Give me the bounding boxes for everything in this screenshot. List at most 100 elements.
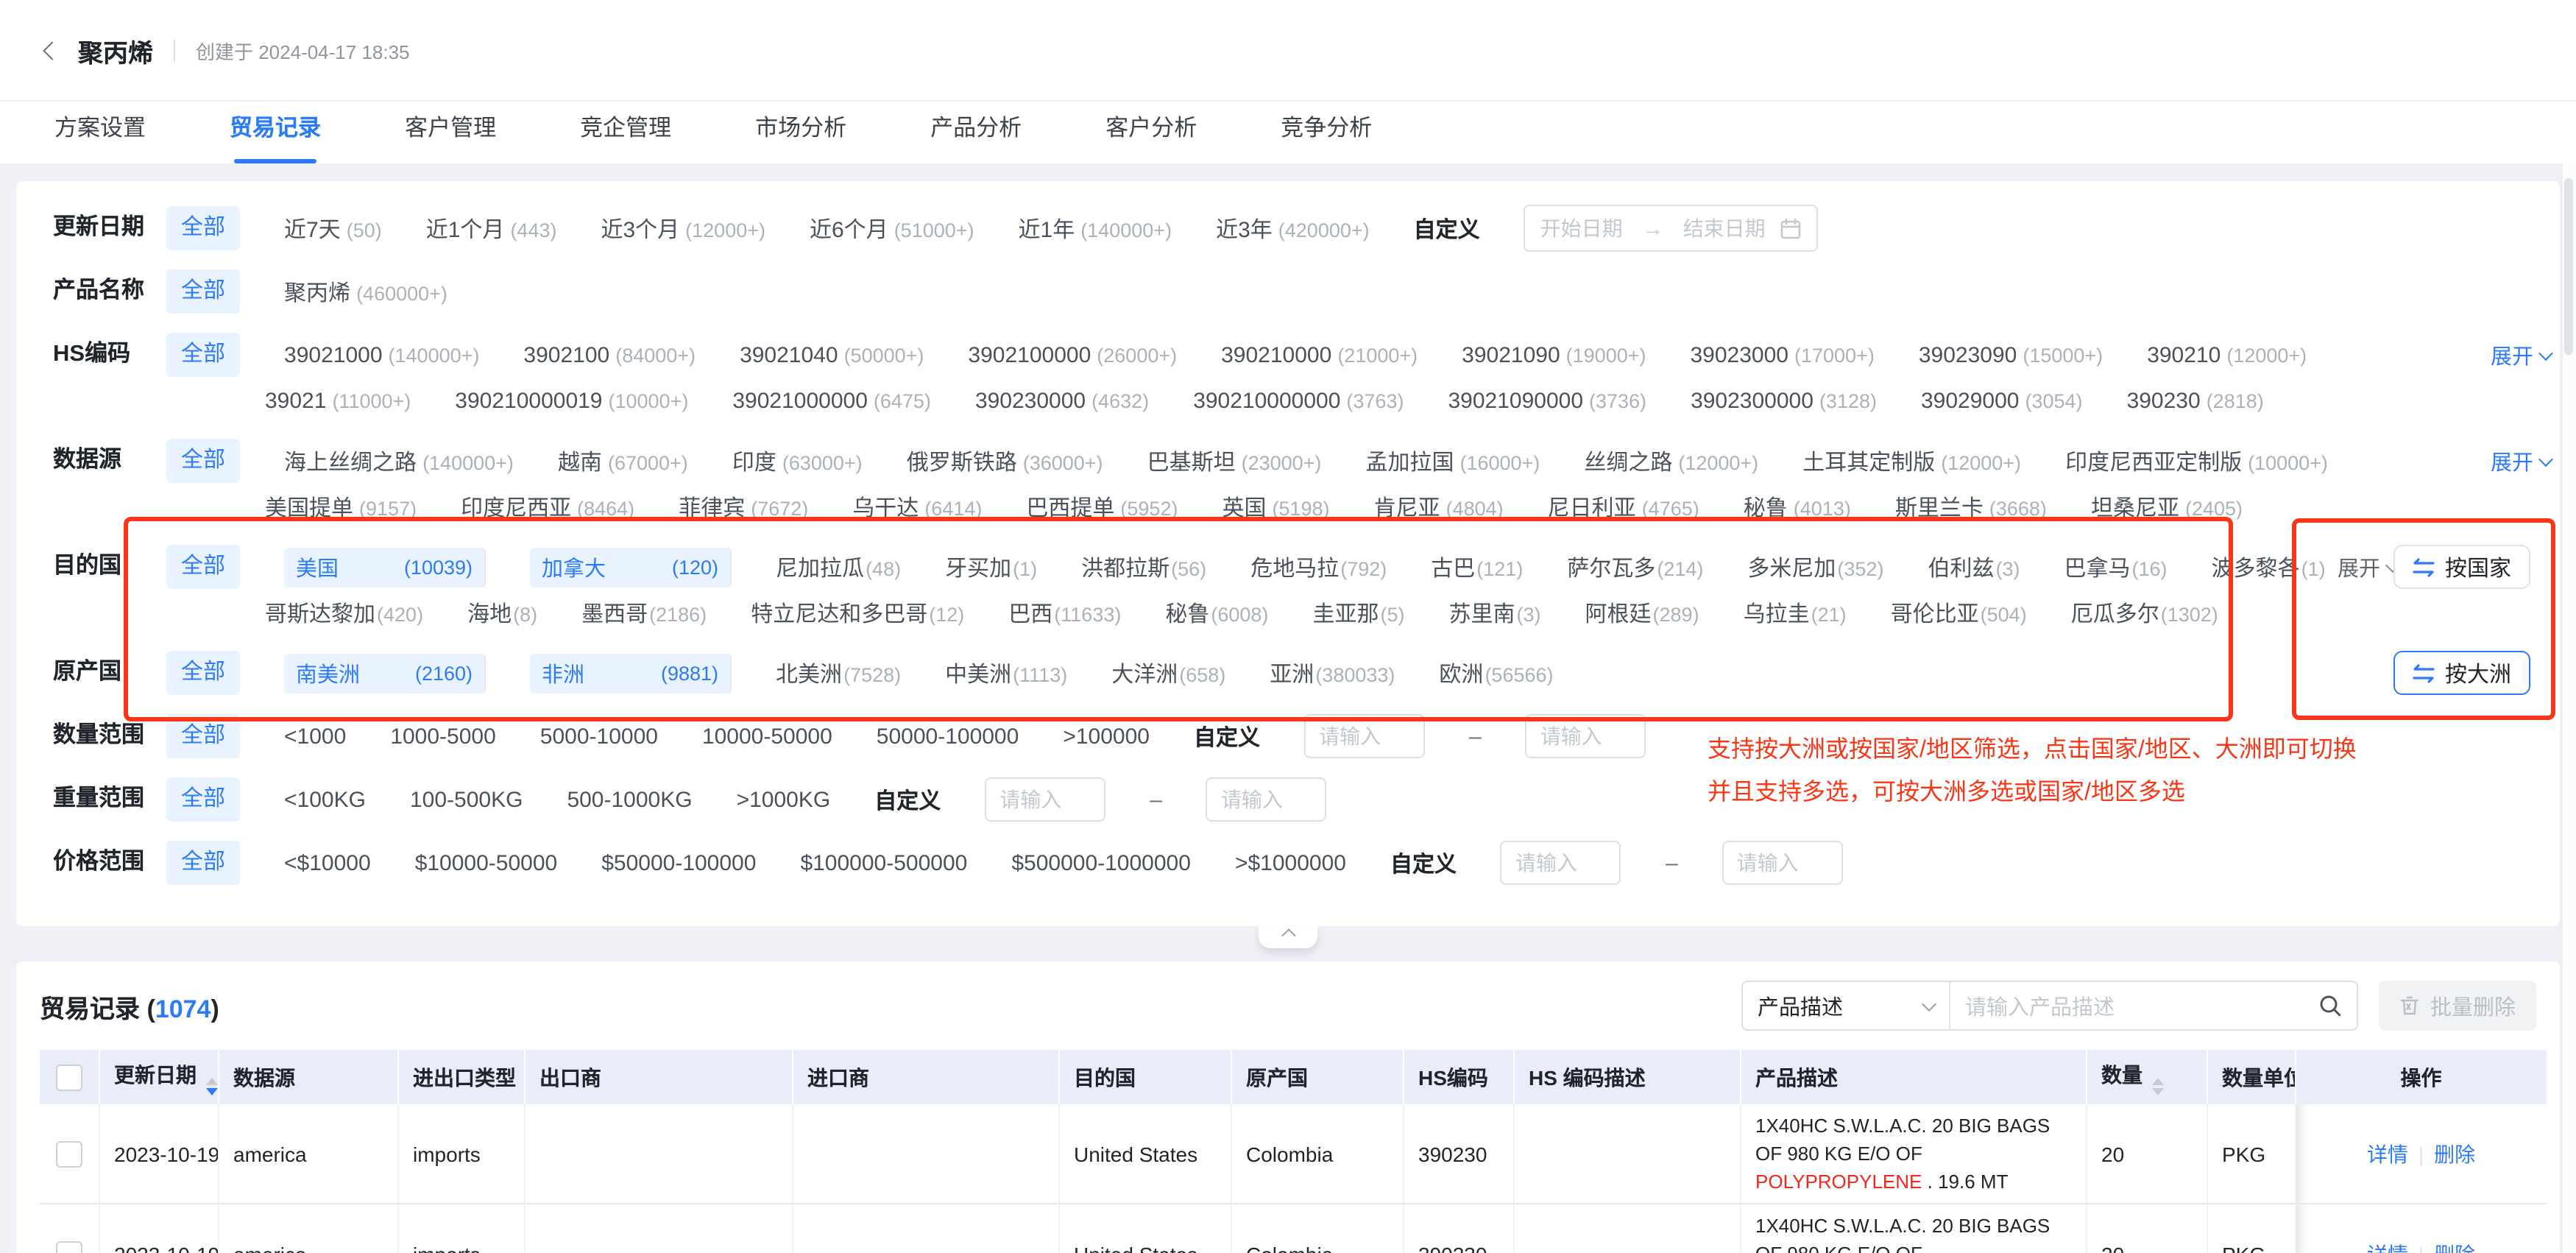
filter-option[interactable]: 39021040(50000+) [740, 342, 924, 367]
filter-all-chip[interactable]: 全部 [166, 841, 240, 885]
date-range-input[interactable]: 开始日期→结束日期 [1524, 205, 1819, 252]
filter-option[interactable]: >$1000000 [1235, 850, 1346, 875]
filter-option[interactable]: >1000KG [737, 787, 831, 812]
filter-option[interactable]: <$10000 [284, 850, 371, 875]
filter-option[interactable]: 牙买加(1) [945, 551, 1037, 582]
range-input[interactable]: 请输入 [985, 777, 1105, 822]
custom-option[interactable]: 自定义 [1390, 847, 1457, 878]
custom-option[interactable]: 自定义 [1194, 721, 1260, 752]
filter-option[interactable]: 近3个月(12000+) [601, 213, 765, 244]
tab-客户管理[interactable]: 客户管理 [405, 102, 496, 163]
filter-option[interactable]: 美国提单(9157) [265, 492, 417, 523]
filter-option[interactable]: 斯里兰卡(3668) [1895, 492, 2047, 523]
filter-all-chip[interactable]: 全部 [166, 439, 240, 483]
range-input[interactable]: 请输入 [1206, 777, 1327, 822]
filter-option[interactable]: $10000-50000 [415, 850, 558, 875]
search-input[interactable]: 请输入产品描述 [1950, 982, 2357, 1029]
filter-option[interactable]: 39029000(3054) [1921, 389, 2083, 414]
filter-option[interactable]: 390210000019(10000+) [455, 389, 688, 414]
calendar-icon[interactable] [1780, 217, 1802, 239]
filter-option[interactable]: 尼日利亚(4765) [1548, 492, 1699, 523]
filter-option[interactable]: 39021090(19000+) [1462, 342, 1646, 367]
filter-option[interactable]: >100000 [1063, 724, 1150, 749]
filter-option[interactable]: 印度尼西亚定制版(10000+) [2065, 445, 2328, 476]
filter-option[interactable]: 乌干达(6414) [852, 492, 982, 523]
filter-option[interactable]: 3902100(84000+) [523, 342, 696, 367]
filter-option[interactable]: 100-500KG [410, 787, 523, 812]
scrollbar-thumb[interactable] [2564, 178, 2573, 355]
filter-option[interactable]: 390230000(4632) [975, 389, 1149, 414]
sort-asc-icon[interactable] [2151, 1077, 2163, 1084]
filter-all-chip[interactable]: 全部 [166, 269, 240, 314]
filter-option[interactable]: 近1年(140000+) [1019, 213, 1172, 244]
filter-option[interactable]: <1000 [284, 724, 346, 749]
filter-option[interactable]: $50000-100000 [601, 850, 756, 875]
filter-option[interactable]: 洪都拉斯(56) [1081, 551, 1206, 582]
filter-option[interactable]: 390210(12000+) [2147, 342, 2307, 367]
tab-产品分析[interactable]: 产品分析 [930, 102, 1022, 163]
filter-option[interactable]: 丝绸之路(12000+) [1584, 445, 1758, 476]
back-button[interactable] [37, 35, 66, 65]
filter-option[interactable]: 墨西哥(2186) [581, 598, 707, 629]
column-header-数量[interactable]: 数量 [2086, 1050, 2207, 1104]
select-all-checkbox[interactable] [56, 1064, 82, 1090]
sort-icons[interactable] [2151, 1077, 2163, 1095]
filter-option[interactable]: 印度尼西亚(8464) [461, 492, 634, 523]
filter-all-chip[interactable]: 全部 [166, 333, 240, 377]
filter-option[interactable]: 500-1000KG [567, 787, 692, 812]
detail-link[interactable]: 详情 [2367, 1142, 2408, 1165]
filter-option[interactable]: 海地(8) [467, 598, 537, 629]
tab-方案设置[interactable]: 方案设置 [54, 102, 146, 163]
filter-option[interactable]: 孟加拉国(16000+) [1365, 445, 1540, 476]
tab-贸易记录[interactable]: 贸易记录 [230, 102, 321, 163]
filter-option[interactable]: 390210000(21000+) [1221, 342, 1418, 367]
range-input[interactable]: 请输入 [1501, 841, 1621, 885]
sort-icons[interactable] [205, 1077, 217, 1095]
filter-option[interactable]: 39021000000(6475) [732, 389, 931, 414]
filter-option[interactable]: 南美洲(2160) [284, 653, 486, 693]
switch-by-continent-button[interactable]: 按大洲 [2393, 651, 2530, 695]
filter-option[interactable]: 坦桑尼亚(2405) [2091, 492, 2243, 523]
range-input[interactable]: 请输入 [1722, 841, 1843, 885]
sort-desc-icon[interactable] [2151, 1087, 2163, 1095]
filter-option[interactable]: 阿根廷(289) [1585, 598, 1699, 629]
filter-option[interactable]: 聚丙烯(460000+) [284, 276, 447, 307]
filter-option[interactable]: 秘鲁(4013) [1744, 492, 1851, 523]
filter-all-chip[interactable]: 全部 [166, 206, 240, 250]
filter-option[interactable]: 390210000000(3763) [1193, 389, 1404, 414]
filter-option[interactable]: 巴西(11633) [1008, 598, 1121, 629]
filter-option[interactable]: $100000-500000 [800, 850, 967, 875]
filter-option[interactable]: 3902300000(3128) [1691, 389, 1877, 414]
filter-option[interactable]: 北美洲(7528) [776, 657, 901, 688]
filter-option[interactable]: 3902100000(26000+) [968, 342, 1177, 367]
delete-link[interactable]: 删除 [2434, 1142, 2475, 1165]
scrollbar[interactable] [2561, 163, 2576, 1253]
filter-all-chip[interactable]: 全部 [166, 777, 240, 822]
filter-option[interactable]: 近6个月(51000+) [810, 213, 974, 244]
switch-by-country-button[interactable]: 按国家 [2393, 545, 2530, 589]
row-checkbox[interactable] [56, 1140, 82, 1167]
filter-option[interactable]: 39023000(17000+) [1691, 342, 1875, 367]
tab-客户分析[interactable]: 客户分析 [1105, 102, 1197, 163]
filter-option[interactable]: 乌拉圭(21) [1744, 598, 1847, 629]
filter-option[interactable]: 欧洲(56566) [1439, 657, 1553, 688]
filter-option[interactable]: 圭亚那(5) [1312, 598, 1404, 629]
filter-option[interactable]: 特立尼达和多巴哥(12) [751, 598, 964, 629]
filter-option[interactable]: 菲律宾(7672) [679, 492, 808, 523]
filter-option[interactable]: 俄罗斯铁路(36000+) [907, 445, 1103, 476]
tab-竞企管理[interactable]: 竞企管理 [580, 102, 671, 163]
filter-option[interactable]: 英国(5198) [1222, 492, 1329, 523]
filter-option[interactable]: 近3年(420000+) [1216, 213, 1370, 244]
filter-option[interactable]: 39021(11000+) [265, 389, 411, 414]
range-input[interactable]: 请输入 [1304, 714, 1425, 758]
filter-option[interactable]: 加拿大(120) [530, 547, 732, 587]
bulk-delete-button[interactable]: 批量删除 [2379, 981, 2536, 1031]
filter-option[interactable]: 秘鲁(6008) [1165, 598, 1268, 629]
filter-option[interactable]: 巴西提单(5952) [1026, 492, 1178, 523]
filter-option[interactable]: 39023090(15000+) [1919, 342, 2103, 367]
expand-toggle[interactable]: 展开 [2491, 340, 2551, 371]
filter-all-chip[interactable]: 全部 [166, 545, 240, 589]
filter-option[interactable]: 哥伦比亚(504) [1891, 598, 2027, 629]
filter-all-chip[interactable]: 全部 [166, 714, 240, 758]
filter-option[interactable]: 10000-50000 [702, 724, 832, 749]
